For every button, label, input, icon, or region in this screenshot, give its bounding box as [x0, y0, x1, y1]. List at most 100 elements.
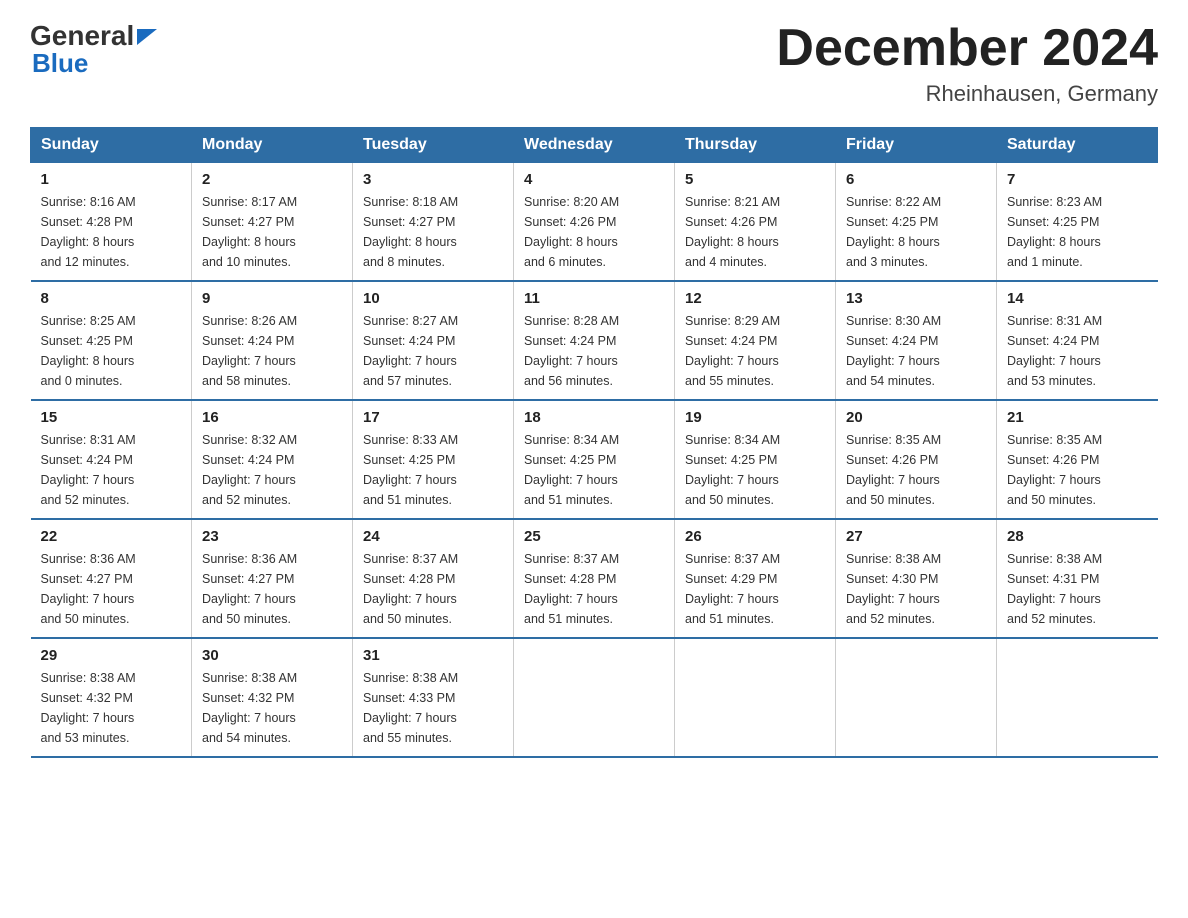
day-info: Sunrise: 8:21 AMSunset: 4:26 PMDaylight:… — [685, 195, 780, 269]
calendar-week-row: 22 Sunrise: 8:36 AMSunset: 4:27 PMDaylig… — [31, 519, 1158, 638]
logo-triangle-icon — [137, 29, 157, 45]
day-number: 22 — [41, 528, 182, 545]
day-number: 7 — [1007, 171, 1148, 188]
day-number: 1 — [41, 171, 182, 188]
calendar-table: SundayMondayTuesdayWednesdayThursdayFrid… — [30, 127, 1158, 758]
col-header-monday: Monday — [192, 128, 353, 163]
calendar-cell: 31 Sunrise: 8:38 AMSunset: 4:33 PMDaylig… — [353, 638, 514, 757]
day-info: Sunrise: 8:31 AMSunset: 4:24 PMDaylight:… — [41, 433, 136, 507]
calendar-cell: 26 Sunrise: 8:37 AMSunset: 4:29 PMDaylig… — [675, 519, 836, 638]
day-number: 19 — [685, 409, 825, 426]
day-number: 6 — [846, 171, 986, 188]
day-info: Sunrise: 8:35 AMSunset: 4:26 PMDaylight:… — [846, 433, 941, 507]
calendar-cell: 27 Sunrise: 8:38 AMSunset: 4:30 PMDaylig… — [836, 519, 997, 638]
logo-blue-text: Blue — [32, 48, 88, 79]
day-info: Sunrise: 8:32 AMSunset: 4:24 PMDaylight:… — [202, 433, 297, 507]
day-number: 21 — [1007, 409, 1148, 426]
calendar-cell: 9 Sunrise: 8:26 AMSunset: 4:24 PMDayligh… — [192, 281, 353, 400]
calendar-cell: 2 Sunrise: 8:17 AMSunset: 4:27 PMDayligh… — [192, 163, 353, 282]
day-number: 27 — [846, 528, 986, 545]
calendar-cell: 25 Sunrise: 8:37 AMSunset: 4:28 PMDaylig… — [514, 519, 675, 638]
calendar-cell: 10 Sunrise: 8:27 AMSunset: 4:24 PMDaylig… — [353, 281, 514, 400]
calendar-week-row: 1 Sunrise: 8:16 AMSunset: 4:28 PMDayligh… — [31, 163, 1158, 282]
day-number: 12 — [685, 290, 825, 307]
day-number: 13 — [846, 290, 986, 307]
day-number: 28 — [1007, 528, 1148, 545]
day-number: 24 — [363, 528, 503, 545]
calendar-cell — [997, 638, 1158, 757]
location-text: Rheinhausen, Germany — [776, 81, 1158, 107]
calendar-cell: 1 Sunrise: 8:16 AMSunset: 4:28 PMDayligh… — [31, 163, 192, 282]
calendar-cell — [675, 638, 836, 757]
day-info: Sunrise: 8:31 AMSunset: 4:24 PMDaylight:… — [1007, 314, 1102, 388]
day-number: 14 — [1007, 290, 1148, 307]
calendar-cell: 17 Sunrise: 8:33 AMSunset: 4:25 PMDaylig… — [353, 400, 514, 519]
day-info: Sunrise: 8:20 AMSunset: 4:26 PMDaylight:… — [524, 195, 619, 269]
day-info: Sunrise: 8:36 AMSunset: 4:27 PMDaylight:… — [202, 552, 297, 626]
calendar-week-row: 15 Sunrise: 8:31 AMSunset: 4:24 PMDaylig… — [31, 400, 1158, 519]
calendar-cell: 24 Sunrise: 8:37 AMSunset: 4:28 PMDaylig… — [353, 519, 514, 638]
calendar-cell: 13 Sunrise: 8:30 AMSunset: 4:24 PMDaylig… — [836, 281, 997, 400]
col-header-wednesday: Wednesday — [514, 128, 675, 163]
calendar-cell: 23 Sunrise: 8:36 AMSunset: 4:27 PMDaylig… — [192, 519, 353, 638]
day-number: 16 — [202, 409, 342, 426]
day-info: Sunrise: 8:18 AMSunset: 4:27 PMDaylight:… — [363, 195, 458, 269]
day-info: Sunrise: 8:37 AMSunset: 4:28 PMDaylight:… — [524, 552, 619, 626]
calendar-cell: 28 Sunrise: 8:38 AMSunset: 4:31 PMDaylig… — [997, 519, 1158, 638]
col-header-thursday: Thursday — [675, 128, 836, 163]
day-info: Sunrise: 8:36 AMSunset: 4:27 PMDaylight:… — [41, 552, 136, 626]
title-block: December 2024 Rheinhausen, Germany — [776, 20, 1158, 107]
day-info: Sunrise: 8:38 AMSunset: 4:31 PMDaylight:… — [1007, 552, 1102, 626]
calendar-cell: 6 Sunrise: 8:22 AMSunset: 4:25 PMDayligh… — [836, 163, 997, 282]
day-number: 26 — [685, 528, 825, 545]
calendar-week-row: 8 Sunrise: 8:25 AMSunset: 4:25 PMDayligh… — [31, 281, 1158, 400]
day-number: 8 — [41, 290, 182, 307]
day-number: 23 — [202, 528, 342, 545]
day-info: Sunrise: 8:33 AMSunset: 4:25 PMDaylight:… — [363, 433, 458, 507]
day-number: 17 — [363, 409, 503, 426]
day-info: Sunrise: 8:38 AMSunset: 4:30 PMDaylight:… — [846, 552, 941, 626]
calendar-cell: 11 Sunrise: 8:28 AMSunset: 4:24 PMDaylig… — [514, 281, 675, 400]
calendar-cell: 3 Sunrise: 8:18 AMSunset: 4:27 PMDayligh… — [353, 163, 514, 282]
day-number: 18 — [524, 409, 664, 426]
day-info: Sunrise: 8:37 AMSunset: 4:28 PMDaylight:… — [363, 552, 458, 626]
day-number: 10 — [363, 290, 503, 307]
day-info: Sunrise: 8:30 AMSunset: 4:24 PMDaylight:… — [846, 314, 941, 388]
day-info: Sunrise: 8:34 AMSunset: 4:25 PMDaylight:… — [524, 433, 619, 507]
day-number: 11 — [524, 290, 664, 307]
day-number: 25 — [524, 528, 664, 545]
day-info: Sunrise: 8:34 AMSunset: 4:25 PMDaylight:… — [685, 433, 780, 507]
calendar-cell: 18 Sunrise: 8:34 AMSunset: 4:25 PMDaylig… — [514, 400, 675, 519]
calendar-cell — [514, 638, 675, 757]
day-number: 29 — [41, 647, 182, 664]
calendar-cell: 22 Sunrise: 8:36 AMSunset: 4:27 PMDaylig… — [31, 519, 192, 638]
day-number: 15 — [41, 409, 182, 426]
day-info: Sunrise: 8:26 AMSunset: 4:24 PMDaylight:… — [202, 314, 297, 388]
day-info: Sunrise: 8:27 AMSunset: 4:24 PMDaylight:… — [363, 314, 458, 388]
day-info: Sunrise: 8:22 AMSunset: 4:25 PMDaylight:… — [846, 195, 941, 269]
day-number: 9 — [202, 290, 342, 307]
calendar-cell: 30 Sunrise: 8:38 AMSunset: 4:32 PMDaylig… — [192, 638, 353, 757]
calendar-cell: 7 Sunrise: 8:23 AMSunset: 4:25 PMDayligh… — [997, 163, 1158, 282]
day-info: Sunrise: 8:38 AMSunset: 4:32 PMDaylight:… — [41, 671, 136, 745]
day-number: 2 — [202, 171, 342, 188]
day-info: Sunrise: 8:29 AMSunset: 4:24 PMDaylight:… — [685, 314, 780, 388]
day-info: Sunrise: 8:16 AMSunset: 4:28 PMDaylight:… — [41, 195, 136, 269]
col-header-tuesday: Tuesday — [353, 128, 514, 163]
day-info: Sunrise: 8:37 AMSunset: 4:29 PMDaylight:… — [685, 552, 780, 626]
day-info: Sunrise: 8:35 AMSunset: 4:26 PMDaylight:… — [1007, 433, 1102, 507]
calendar-cell: 4 Sunrise: 8:20 AMSunset: 4:26 PMDayligh… — [514, 163, 675, 282]
col-header-saturday: Saturday — [997, 128, 1158, 163]
calendar-cell: 12 Sunrise: 8:29 AMSunset: 4:24 PMDaylig… — [675, 281, 836, 400]
day-number: 30 — [202, 647, 342, 664]
day-info: Sunrise: 8:38 AMSunset: 4:32 PMDaylight:… — [202, 671, 297, 745]
day-info: Sunrise: 8:38 AMSunset: 4:33 PMDaylight:… — [363, 671, 458, 745]
logo: General Blue — [30, 20, 157, 79]
col-header-sunday: Sunday — [31, 128, 192, 163]
page-header: General Blue December 2024 Rheinhausen, … — [30, 20, 1158, 107]
day-number: 31 — [363, 647, 503, 664]
calendar-cell: 20 Sunrise: 8:35 AMSunset: 4:26 PMDaylig… — [836, 400, 997, 519]
day-number: 20 — [846, 409, 986, 426]
calendar-cell: 29 Sunrise: 8:38 AMSunset: 4:32 PMDaylig… — [31, 638, 192, 757]
day-number: 4 — [524, 171, 664, 188]
